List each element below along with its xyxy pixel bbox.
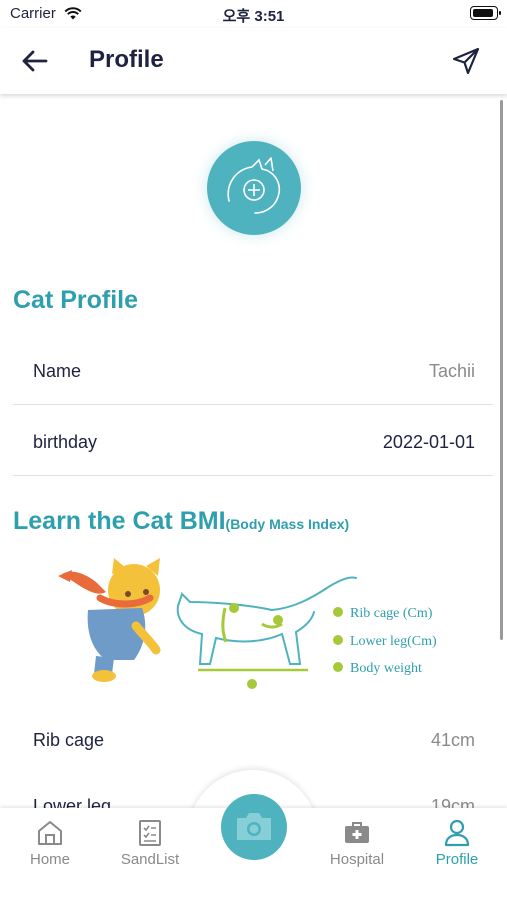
cat-avatar-upload[interactable] <box>207 141 301 235</box>
lower-leg-label: Lower leg <box>33 796 112 808</box>
tab-hospital-label: Hospital <box>329 851 385 868</box>
tab-home[interactable]: Home <box>0 812 100 872</box>
send-icon[interactable] <box>451 46 481 76</box>
bmi-subtitle: (Body Mass Index) <box>225 516 350 532</box>
camera-button[interactable] <box>221 794 287 860</box>
tab-profile-label: Profile <box>435 851 479 868</box>
camera-icon <box>237 813 271 840</box>
navigation-bar: Profile <box>0 28 507 94</box>
bmi-title: Learn the Cat BMI <box>13 507 226 535</box>
legend-body-weight: Body weight <box>350 661 422 676</box>
tab-hospital[interactable]: Hospital <box>307 812 407 872</box>
cat-profile-heading: Cat Profile <box>13 286 139 314</box>
birthday-row[interactable]: birthday 2022-01-01 <box>13 410 493 476</box>
page-title: Profile <box>89 46 164 73</box>
lower-leg-value[interactable]: 19cm <box>431 796 475 808</box>
name-value[interactable]: Tachii <box>429 361 475 382</box>
birthday-label: birthday <box>33 432 98 452</box>
rib-cage-value[interactable]: 41cm <box>431 730 475 751</box>
bmi-heading: Learn the Cat BMI(Body Mass Index) <box>13 507 349 536</box>
home-icon <box>38 821 62 845</box>
profile-content[interactable]: Cat Profile Name Tachii birthday 2022-01… <box>0 94 507 808</box>
clock: 오후 3:51 <box>222 8 285 25</box>
name-label: Name <box>33 361 82 381</box>
status-bar: Carrier 오후 3:51 <box>0 0 507 28</box>
tab-sandlist-label: SandList <box>120 851 180 868</box>
birthday-value[interactable]: 2022-01-01 <box>383 432 475 453</box>
divider <box>13 475 493 476</box>
cat-head-add-icon <box>227 157 281 214</box>
user-icon <box>444 819 470 847</box>
rib-cage-label: Rib cage <box>33 730 105 750</box>
tab-profile[interactable]: Profile <box>407 812 507 872</box>
medical-kit-icon <box>345 822 369 843</box>
clipboard-list-icon <box>139 820 161 846</box>
cartoon-cat <box>58 558 161 682</box>
legend-lower-leg: Lower leg(Cm) <box>350 634 437 649</box>
battery-icon <box>470 6 501 20</box>
name-row[interactable]: Name Tachii <box>13 339 493 405</box>
cat-bmi-illustration: Rib cage (Cm) Lower leg(Cm) Body weight <box>58 558 437 689</box>
rib-cage-row[interactable]: Rib cage 41cm <box>13 708 493 774</box>
cat-outline <box>176 576 357 689</box>
back-arrow-icon[interactable] <box>20 48 50 74</box>
tab-sandlist[interactable]: SandList <box>100 812 200 872</box>
bmi-legend: Rib cage (Cm) Lower leg(Cm) Body weight <box>333 606 437 676</box>
scrollbar[interactable] <box>500 100 503 640</box>
divider <box>13 404 493 405</box>
tab-home-label: Home <box>29 851 70 868</box>
legend-rib-cage: Rib cage (Cm) <box>350 606 433 621</box>
